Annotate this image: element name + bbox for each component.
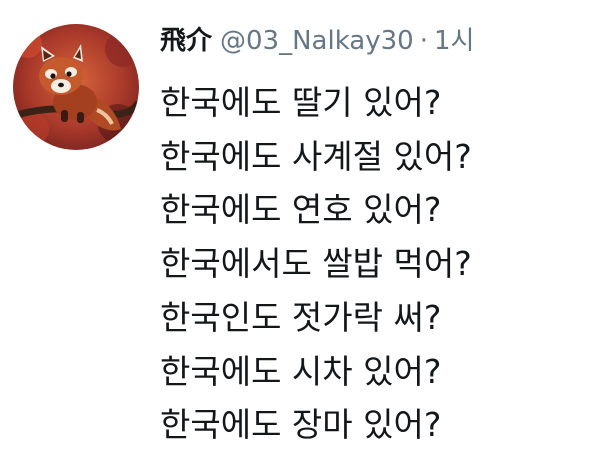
tweet-content: 飛介 @03_Nalkay30 · 1시 한국에도 딸기 있어? 한국에도 사계… [160, 20, 600, 452]
tweet-header: 飛介 @03_Nalkay30 · 1시 [160, 20, 600, 66]
avatar[interactable] [13, 24, 139, 150]
tweet-card: 飛介 @03_Nalkay30 · 1시 한국에도 딸기 있어? 한국에도 사계… [0, 0, 608, 444]
author-handle[interactable]: @03_Nalkay30 [220, 26, 414, 56]
red-panda-avatar-icon [13, 24, 139, 150]
tweet-line: 한국에서도 쌀밥 먹어? [160, 244, 472, 284]
tweet-text: 한국에도 딸기 있어? 한국에도 사계절 있어? 한국에도 연호 있어? 한국에… [160, 76, 600, 452]
tweet-line: 한국에도 장마 있어? [160, 405, 442, 445]
tweet-line: 한국에도 시차 있어? [160, 351, 442, 391]
tweet-line: 한국에도 딸기 있어? [160, 83, 442, 122]
tweet-timestamp[interactable]: 1시 [434, 20, 474, 57]
tweet-line: 한국에도 연호 있어? [160, 190, 442, 230]
header-separator: · [419, 26, 428, 56]
tweet-line: 한국에도 사계절 있어? [160, 136, 472, 176]
author-display-name[interactable]: 飛介 [160, 20, 212, 57]
tweet-line: 한국인도 젓가락 써? [160, 297, 442, 337]
